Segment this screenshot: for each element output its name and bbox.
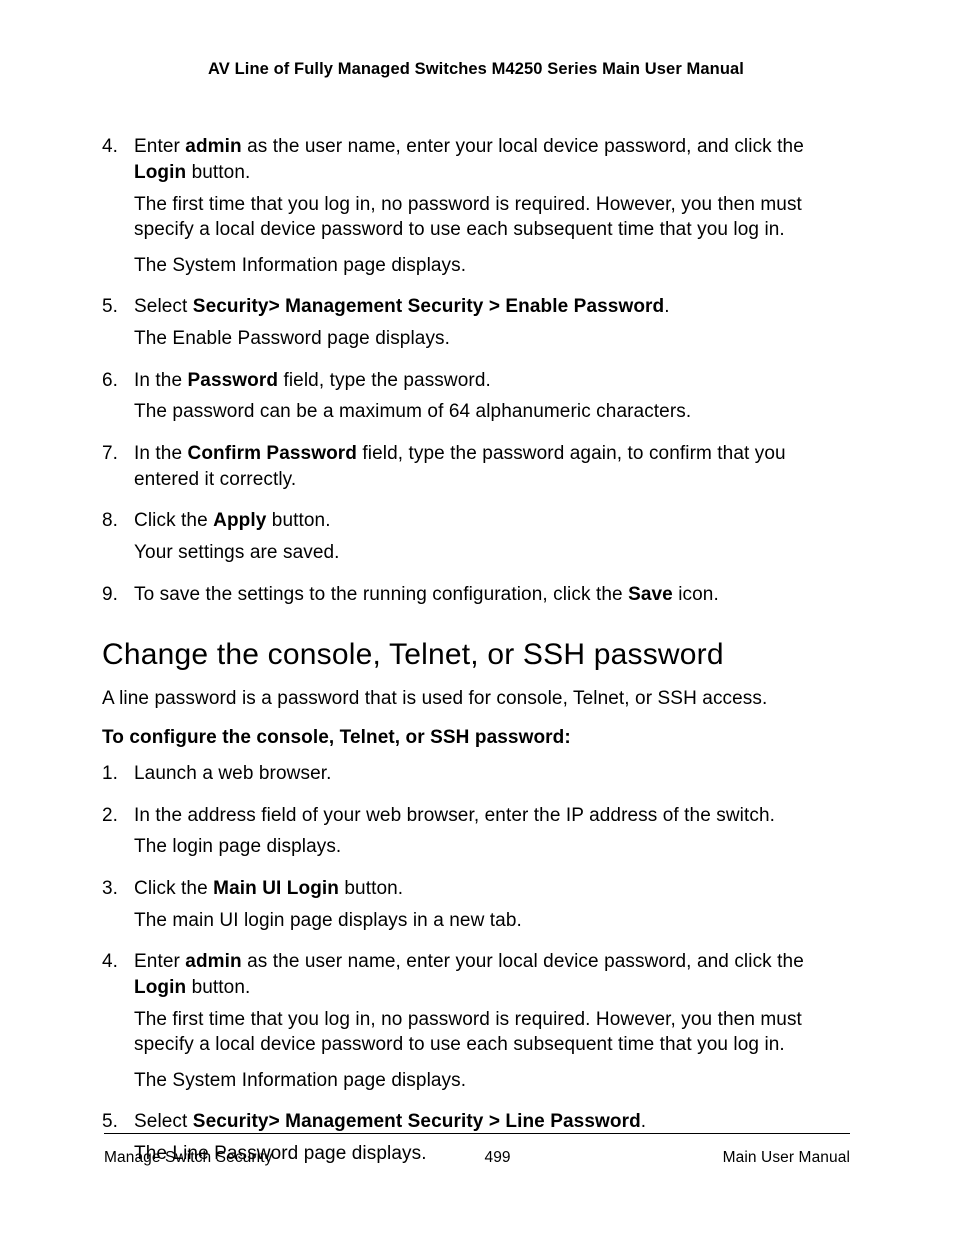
bold-text: admin (185, 951, 241, 972)
step-number: 3. (102, 876, 118, 902)
step-paragraph: The main UI login page displays in a new… (134, 908, 850, 934)
step-text: Select Security> Management Security > E… (134, 294, 850, 320)
step-paragraph: The password can be a maximum of 64 alph… (134, 399, 850, 425)
bold-text: Login (134, 977, 186, 998)
steps-list-a: 4. Enter admin as the user name, enter yo… (102, 134, 850, 607)
step-text: In the Confirm Password field, type the … (134, 441, 850, 492)
bold-text: Login (134, 162, 186, 183)
step-paragraph: The first time that you log in, no passw… (134, 192, 850, 243)
step-number: 4. (102, 134, 118, 160)
page-header: AV Line of Fully Managed Switches M4250 … (102, 58, 850, 80)
step-text: Select Security> Management Security > L… (134, 1109, 850, 1135)
bold-text: Security> Management Security > Enable P… (193, 296, 664, 317)
footer-left: Manage Switch Security (104, 1148, 272, 1169)
step-number: 9. (102, 582, 118, 608)
step-text: Launch a web browser. (134, 761, 850, 787)
bold-text: Security> Management Security > Line Pas… (193, 1111, 641, 1132)
footer-page-number: 499 (484, 1148, 510, 1169)
step-paragraph: The Enable Password page displays. (134, 326, 850, 352)
bold-text: admin (185, 136, 241, 157)
bold-text: Save (628, 584, 673, 605)
step-item: 4. Enter admin as the user name, enter yo… (102, 134, 850, 278)
step-text: In the Password field, type the password… (134, 368, 850, 394)
step-number: 5. (102, 294, 118, 320)
steps-list-b: 1. Launch a web browser. 2. In the address … (102, 761, 850, 1167)
step-paragraph: The login page displays. (134, 834, 850, 860)
step-item: 8. Click the Apply button. Your settings a… (102, 508, 850, 565)
footer-right: Main User Manual (723, 1148, 850, 1169)
step-item: 5. Select Security> Management Security >… (102, 294, 850, 351)
step-number: 6. (102, 368, 118, 394)
step-paragraph: The System Information page displays. (134, 1068, 850, 1094)
header-title: AV Line of Fully Managed Switches M4250 … (208, 60, 744, 78)
step-paragraph: The first time that you log in, no passw… (134, 1007, 850, 1058)
step-text: Enter admin as the user name, enter your… (134, 134, 850, 185)
step-number: 4. (102, 949, 118, 975)
bold-text: Apply (213, 510, 266, 531)
step-item: 9. To save the settings to the running co… (102, 582, 850, 608)
step-number: 1. (102, 761, 118, 787)
step-text: Enter admin as the user name, enter your… (134, 949, 850, 1000)
section-intro: A line password is a password that is us… (102, 686, 850, 712)
page-footer: Manage Switch Security 499 Main User Man… (104, 1133, 850, 1169)
step-item: 1. Launch a web browser. (102, 761, 850, 787)
section-subhead: To configure the console, Telnet, or SSH… (102, 725, 850, 751)
step-text: In the address field of your web browser… (134, 803, 850, 829)
step-number: 7. (102, 441, 118, 467)
step-paragraph: The System Information page displays. (134, 253, 850, 279)
page: AV Line of Fully Managed Switches M4250 … (0, 0, 954, 1235)
step-number: 2. (102, 803, 118, 829)
bold-text: Password (188, 370, 279, 391)
step-text: Click the Apply button. (134, 508, 850, 534)
step-paragraph: Your settings are saved. (134, 540, 850, 566)
bold-text: Confirm Password (188, 443, 357, 464)
step-text: To save the settings to the running conf… (134, 582, 850, 608)
step-item: 6. In the Password field, type the passwo… (102, 368, 850, 425)
step-number: 8. (102, 508, 118, 534)
step-item: 3. Click the Main UI Login button. The mai… (102, 876, 850, 933)
footer-row: Manage Switch Security 499 Main User Man… (104, 1148, 850, 1169)
step-item: 2. In the address field of your web brows… (102, 803, 850, 860)
section-heading: Change the console, Telnet, or SSH passw… (102, 635, 850, 676)
step-number: 5. (102, 1109, 118, 1135)
bold-text: Main UI Login (213, 878, 339, 899)
step-item: 4. Enter admin as the user name, enter yo… (102, 949, 850, 1093)
step-text: Click the Main UI Login button. (134, 876, 850, 902)
footer-rule (104, 1133, 850, 1134)
step-item: 7. In the Confirm Password field, type th… (102, 441, 850, 492)
